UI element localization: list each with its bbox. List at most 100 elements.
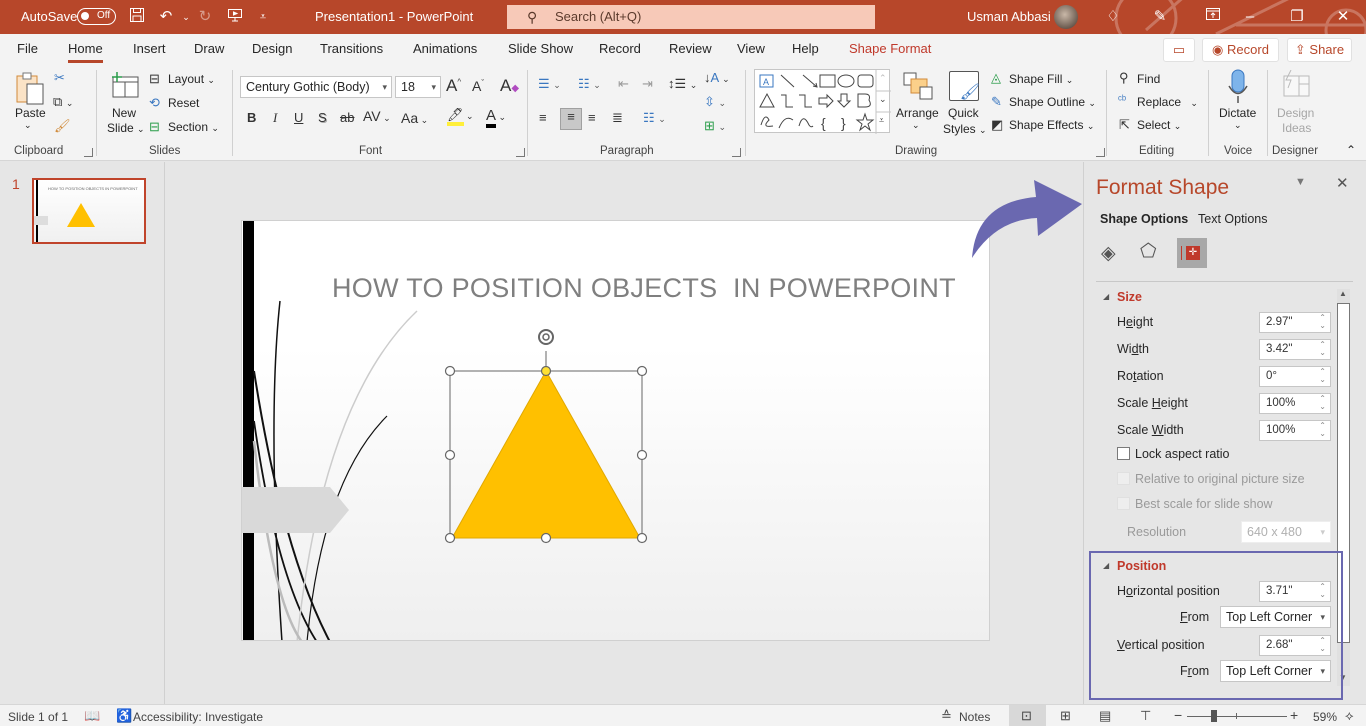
align-left-icon[interactable]: ≡ [539, 110, 547, 125]
font-color-icon[interactable]: A ⌄ [486, 107, 506, 128]
fill-line-icon[interactable]: ◈ [1101, 242, 1116, 265]
select-button[interactable]: Select ⌄ [1137, 118, 1181, 132]
selected-shape[interactable] [442, 327, 652, 547]
horizontal-position-input[interactable]: 3.71" ⌃ ⌄ [1259, 581, 1331, 602]
find-button[interactable]: Find [1137, 72, 1160, 86]
diamond-icon[interactable]: ♢ [1103, 7, 1123, 27]
lock-aspect-label[interactable]: Lock aspect ratio [1135, 447, 1230, 461]
font-name-combo[interactable]: Century Gothic (Body) ▾ [240, 76, 392, 98]
numbering-icon[interactable]: ☷ ⌄ [578, 76, 601, 92]
ribbon-display-options-icon[interactable] [1203, 7, 1223, 27]
accessibility-status[interactable]: Accessibility: Investigate [133, 710, 263, 724]
save-icon[interactable] [127, 7, 147, 27]
collapse-ribbon-icon[interactable]: ⌃ [1346, 143, 1356, 157]
text-direction-icon[interactable]: ↓A ⌄ [704, 70, 730, 85]
shape-effects-button[interactable]: Shape Effects ⌄ [1009, 118, 1094, 132]
line-spacing-icon[interactable]: ↕☰ ⌄ [668, 76, 697, 92]
shapes-gallery[interactable]: A {} ⌃ ⌄ ⩡ [754, 69, 891, 134]
close-window-icon[interactable]: ✕ [1333, 7, 1353, 27]
dictate-button[interactable]: Dictate [1219, 106, 1256, 120]
paste-dropdown-icon[interactable]: ⌄ [24, 120, 32, 131]
new-slide-label[interactable]: New [112, 106, 136, 120]
tab-home[interactable]: Home [68, 41, 103, 63]
character-spacing-button[interactable]: AV ⌄ [363, 108, 391, 124]
undo-dropdown-icon[interactable]: ⌄ [176, 7, 196, 27]
customize-toolbar-icon[interactable]: ⩡ [253, 7, 273, 27]
cut-icon[interactable]: ✂ [54, 70, 65, 86]
best-scale-checkbox[interactable] [1117, 497, 1130, 510]
quick-styles-button[interactable]: Quick [948, 106, 979, 120]
pen-icon[interactable]: ✎ [1150, 7, 1170, 27]
tab-slide-show[interactable]: Slide Show [508, 41, 573, 56]
quick-styles-icon[interactable]: 🖌 [949, 71, 980, 101]
pane-options-icon[interactable]: ▼ [1295, 176, 1306, 188]
slide-thumbnail[interactable]: HOW TO POSITION OBJECTS IN POWERPOINT [32, 178, 146, 244]
zoom-level[interactable]: 59% [1313, 710, 1337, 724]
minimize-icon[interactable]: – [1240, 7, 1260, 27]
notes-icon[interactable]: ≙ [941, 708, 952, 724]
slide-canvas[interactable]: HOW TO POSITION OBJECTS IN POWERPOINT [241, 220, 990, 641]
search-input[interactable]: ⚲ Search (Alt+Q) [507, 5, 875, 29]
normal-view-button[interactable]: ⊡ [1009, 705, 1046, 726]
reading-view-icon[interactable]: ▤ [1099, 708, 1111, 724]
effects-icon[interactable]: ⬠ [1140, 240, 1157, 263]
paste-icon[interactable] [14, 71, 46, 107]
design-ideas-icon[interactable] [1281, 69, 1311, 98]
zoom-in-icon[interactable]: + [1290, 707, 1298, 723]
gallery-expand-icon[interactable]: ⩡ [879, 115, 884, 126]
font-size-combo[interactable]: 18 ▾ [395, 76, 441, 98]
tab-shape-options[interactable]: Shape Options [1100, 212, 1188, 226]
align-center-icon[interactable]: ≡ [560, 108, 582, 130]
size-properties-icon[interactable]: ✛ [1177, 238, 1207, 268]
slideshow-view-icon[interactable]: ⊤ [1140, 708, 1151, 724]
position-section-header[interactable]: Position [1117, 559, 1166, 573]
format-painter-icon[interactable]: 🖌 [54, 118, 71, 134]
tab-draw[interactable]: Draw [194, 41, 224, 56]
tab-file[interactable]: File [17, 41, 38, 56]
redo-icon[interactable]: ↻ [195, 7, 215, 27]
paste-button[interactable]: Paste [15, 106, 46, 120]
increase-font-icon[interactable]: A^ [446, 76, 461, 96]
lock-aspect-checkbox[interactable] [1117, 447, 1130, 460]
new-slide-label-2[interactable]: Slide ⌄ [107, 121, 145, 135]
bold-button[interactable]: B [247, 110, 256, 125]
vertical-position-input[interactable]: 2.68" ⌃ ⌄ [1259, 635, 1331, 656]
zoom-out-icon[interactable]: − [1174, 707, 1182, 723]
section-button[interactable]: Section ⌄ [168, 120, 219, 134]
layout-button[interactable]: Layout ⌄ [168, 72, 215, 86]
share-button[interactable]: ⇪ Share [1287, 38, 1352, 62]
microphone-icon[interactable] [1227, 69, 1249, 105]
bullets-icon[interactable]: ☰ ⌄ [538, 76, 561, 92]
smartart-icon[interactable]: ⊞ ⌄ [704, 118, 726, 134]
quick-styles-label-2[interactable]: Styles ⌄ [943, 122, 987, 136]
paragraph-launcher-icon[interactable] [732, 148, 741, 157]
close-pane-icon[interactable]: ✕ [1336, 174, 1349, 192]
underline-button[interactable]: U [294, 110, 303, 125]
undo-icon[interactable]: ↶ [156, 7, 176, 27]
tab-design[interactable]: Design [252, 41, 292, 56]
tab-text-options[interactable]: Text Options [1198, 212, 1267, 226]
scale-height-input[interactable]: 100% ⌃ ⌄ [1259, 393, 1331, 414]
replace-button[interactable]: Replace ⌄ [1137, 95, 1198, 109]
highlight-color-icon[interactable]: 🖊 ⌄ [447, 107, 474, 126]
scale-width-input[interactable]: 100% ⌃ ⌄ [1259, 420, 1331, 441]
clipboard-launcher-icon[interactable] [84, 148, 93, 157]
notes-button[interactable]: Notes [959, 710, 990, 724]
tab-animations[interactable]: Animations [413, 41, 477, 56]
shape-outline-button[interactable]: Shape Outline ⌄ [1009, 95, 1096, 109]
reset-button[interactable]: Reset [168, 96, 199, 110]
align-text-icon[interactable]: ⇳ ⌄ [704, 94, 726, 110]
new-slide-icon[interactable] [110, 72, 140, 100]
size-section-header[interactable]: Size [1117, 290, 1142, 304]
fit-to-window-icon[interactable]: ⟡ [1345, 708, 1354, 724]
columns-icon[interactable]: ☷ ⌄ [643, 110, 666, 126]
slide-title[interactable]: HOW TO POSITION OBJECTS IN POWERPOINT [332, 273, 956, 304]
italic-button[interactable]: I [273, 110, 277, 126]
design-ideas-button[interactable]: Design [1277, 106, 1314, 120]
resolution-select[interactable]: 640 x 480 ▾ [1241, 521, 1331, 543]
strikethrough-button[interactable]: ab [340, 110, 354, 125]
record-button[interactable]: ◉ Record [1202, 38, 1279, 62]
height-input[interactable]: 2.97" ⌃ ⌄ [1259, 312, 1331, 333]
collapse-size-icon[interactable]: ◢ [1103, 292, 1109, 301]
comments-button[interactable]: ▭ [1163, 38, 1195, 62]
